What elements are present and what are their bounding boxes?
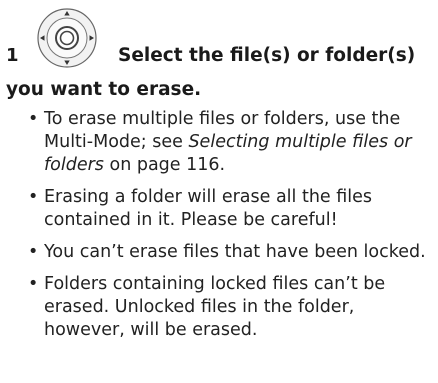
note-item: • You can’t erase files that have been l… (0, 241, 438, 264)
note-item: • To erase multiple files or folders, us… (0, 108, 438, 177)
multi-controller-dial-icon (37, 8, 97, 68)
note-item: • Folders containing locked files can’t … (0, 273, 438, 342)
step-number: 1 (6, 45, 19, 66)
bullet-dot-icon: • (28, 242, 39, 262)
step-1: 1 Select the file(s) or folder(s) you wa… (0, 0, 438, 100)
note-text: You can’t erase files that have been loc… (44, 242, 426, 262)
note-text: on page 116. (103, 155, 226, 175)
notes-list: • To erase multiple files or folders, us… (0, 108, 438, 351)
step-title-line-2: you want to erase. (6, 79, 202, 100)
bullet-dot-icon: • (28, 274, 39, 294)
step-title-line-1: Select the file(s) or folder(s) (118, 45, 416, 66)
note-text: Folders containing locked files can’t be… (44, 274, 386, 340)
note-item: • Erasing a folder will erase all the fi… (0, 186, 438, 232)
step-heading: 1 Select the file(s) or folder(s) (0, 0, 438, 74)
note-text: Erasing a folder will erase all the file… (44, 187, 373, 230)
bullet-dot-icon: • (28, 187, 39, 207)
bullet-dot-icon: • (28, 109, 39, 129)
